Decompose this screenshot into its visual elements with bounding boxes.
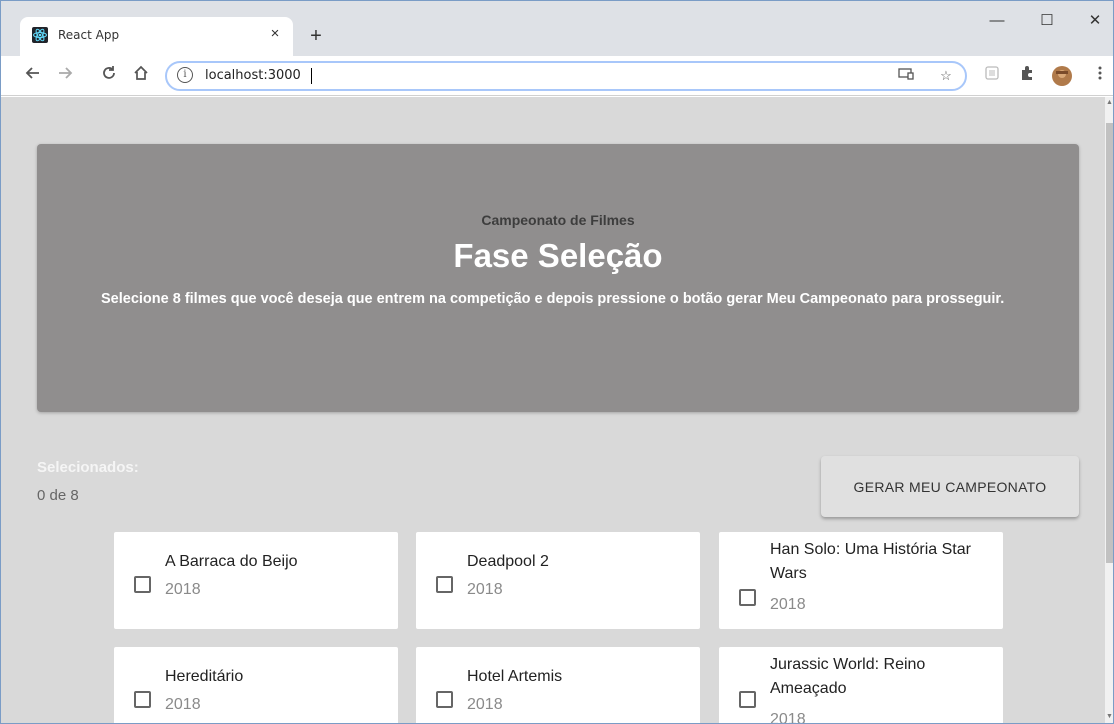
- hero-banner: Campeonato de Filmes Fase Seleção Seleci…: [37, 144, 1079, 412]
- scrollbar[interactable]: ▲ ▼: [1105, 97, 1113, 723]
- minimize-button[interactable]: —: [977, 9, 1017, 33]
- movie-checkbox[interactable]: [739, 589, 756, 606]
- movie-card[interactable]: Han Solo: Uma História Star Wars 2018: [719, 532, 1003, 629]
- forward-arrow-icon[interactable]: [54, 65, 76, 87]
- kebab-menu-icon[interactable]: [1089, 65, 1111, 87]
- home-icon[interactable]: [130, 65, 152, 87]
- movie-year: 2018: [770, 711, 806, 724]
- hero-description: Selecione 8 filmes que você deseja que e…: [101, 291, 1005, 307]
- movie-title: A Barraca do Beijo: [165, 553, 298, 570]
- movie-year: 2018: [165, 581, 201, 598]
- movie-year: 2018: [165, 696, 201, 713]
- movie-title: Han Solo: Uma História Star Wars: [770, 541, 971, 582]
- close-window-button[interactable]: ✕: [1075, 9, 1113, 33]
- movie-title: Hereditário: [165, 668, 244, 685]
- page-viewport: Campeonato de Filmes Fase Seleção Seleci…: [1, 97, 1105, 724]
- browser-tab[interactable]: React App ×: [20, 17, 293, 56]
- movie-checkbox[interactable]: [134, 691, 151, 708]
- back-arrow-icon[interactable]: [22, 65, 44, 87]
- browser-window: React App × + — ☐ ✕ i localhost:3000 ☆ C…: [0, 0, 1114, 724]
- reload-icon[interactable]: [98, 65, 120, 87]
- info-icon[interactable]: i: [177, 67, 193, 83]
- movie-year: 2018: [467, 581, 503, 598]
- tab-title: React App: [58, 28, 120, 42]
- movie-card[interactable]: Hereditário 2018: [114, 647, 398, 723]
- movie-card[interactable]: Deadpool 2 2018: [416, 532, 700, 629]
- scroll-down-icon[interactable]: ▼: [1106, 713, 1113, 721]
- tab-strip: React App × + — ☐ ✕: [1, 1, 1113, 56]
- close-tab-icon[interactable]: ×: [265, 24, 285, 44]
- movie-title: Deadpool 2: [467, 553, 549, 570]
- hero-subtitle: Campeonato de Filmes: [481, 212, 635, 228]
- movie-checkbox[interactable]: [436, 576, 453, 593]
- new-tab-button[interactable]: +: [304, 25, 328, 49]
- avatar[interactable]: [1051, 65, 1073, 87]
- cast-icon[interactable]: [897, 67, 915, 85]
- extension-icon[interactable]: [981, 65, 1003, 87]
- movie-checkbox[interactable]: [134, 576, 151, 593]
- react-logo-icon: [32, 27, 48, 43]
- movie-checkbox[interactable]: [739, 691, 756, 708]
- movie-checkbox[interactable]: [436, 691, 453, 708]
- browser-toolbar: i localhost:3000 ☆: [1, 56, 1113, 96]
- movie-card[interactable]: Hotel Artemis 2018: [416, 647, 700, 723]
- generate-championship-button[interactable]: GERAR MEU CAMPEONATO: [821, 456, 1079, 517]
- url-text: localhost:3000: [205, 68, 301, 83]
- page-title: Fase Seleção: [453, 237, 663, 274]
- selected-label: Selecionados:: [37, 459, 139, 476]
- puzzle-icon[interactable]: [1016, 65, 1038, 87]
- address-bar[interactable]: i localhost:3000 ☆: [165, 61, 967, 91]
- scroll-up-icon[interactable]: ▲: [1106, 99, 1113, 107]
- movie-card[interactable]: Jurassic World: Reino Ameaçado 2018: [719, 647, 1003, 724]
- movie-year: 2018: [770, 596, 806, 613]
- selected-count: 0 de 8: [37, 487, 79, 504]
- movie-card[interactable]: A Barraca do Beijo 2018: [114, 532, 398, 629]
- movie-title: Jurassic World: Reino Ameaçado: [770, 656, 926, 697]
- maximize-button[interactable]: ☐: [1027, 9, 1067, 33]
- star-icon[interactable]: ☆: [937, 67, 955, 85]
- movie-title: Hotel Artemis: [467, 668, 563, 685]
- movie-year: 2018: [467, 696, 503, 713]
- scrollbar-thumb[interactable]: [1106, 123, 1113, 563]
- text-cursor: [311, 68, 312, 84]
